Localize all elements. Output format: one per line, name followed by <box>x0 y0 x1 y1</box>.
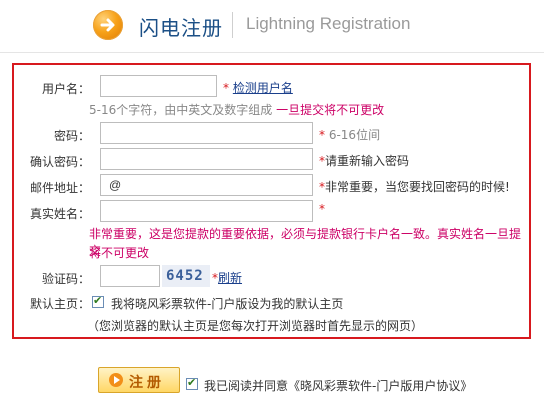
confirm-password-hint-row: *请重新输入密码 <box>319 154 410 168</box>
refresh-captcha-link[interactable]: 刷新 <box>218 271 242 285</box>
header-divider <box>232 12 233 38</box>
username-hint-row: 5-16个字符，由中英文及数字组成 一旦提交将不可更改 <box>89 101 384 118</box>
username-label: 用户名： <box>41 82 90 96</box>
username-input[interactable] <box>100 75 217 97</box>
realname-warning-line2: 将不可更改 <box>89 246 150 260</box>
password-label: 密码： <box>53 129 90 143</box>
captcha-label: 验证码： <box>41 272 90 286</box>
confirm-password-hint: 请重新输入密码 <box>325 154 410 168</box>
homepage-checkbox[interactable] <box>92 294 104 308</box>
confirm-password-label: 确认密码： <box>29 155 90 169</box>
confirm-password-input[interactable] <box>100 148 313 170</box>
registration-form: 用户名： * 检测用户名 5-16个字符，由中英文及数字组成 一旦提交将不可更改… <box>12 63 531 339</box>
username-hint: 5-16个字符，由中英文及数字组成 <box>89 103 273 117</box>
email-hint-row: *非常重要，当您要找回密码的时候! <box>319 180 510 194</box>
captcha-image[interactable]: 6452 <box>162 265 210 287</box>
homepage-note: （您浏览器的默认主页是您每次打开浏览器时首先显示的网页） <box>87 319 424 333</box>
captcha-refresh-row: *刷新 <box>212 271 243 285</box>
password-input[interactable] <box>100 122 313 144</box>
register-button-label: 注册 <box>129 375 165 391</box>
realname-required: * <box>319 202 325 216</box>
agree-text: 我已阅读并同意《晓风彩票软件-门户版用户协议》 <box>204 379 473 393</box>
register-button[interactable]: 注册 <box>98 367 180 393</box>
check-username-link[interactable]: 检测用户名 <box>233 81 293 95</box>
username-required: * 检测用户名 <box>223 81 293 95</box>
play-icon <box>109 373 123 387</box>
email-input[interactable] <box>100 174 313 196</box>
email-label: 邮件地址： <box>29 181 90 195</box>
arrow-right-icon <box>93 10 123 40</box>
username-warning: 一旦提交将不可更改 <box>276 103 385 117</box>
captcha-input[interactable] <box>100 265 160 287</box>
password-hint-row: * 6-16位间 <box>319 128 381 142</box>
homepage-text: 我将晓风彩票软件-门户版设为我的默认主页 <box>111 297 344 311</box>
email-hint: 非常重要，当您要找回密码的时候! <box>325 180 510 194</box>
page-header: 闪电注册 Lightning Registration <box>0 0 544 52</box>
realname-input[interactable] <box>100 200 313 222</box>
password-hint: 6-16位间 <box>328 128 381 142</box>
page-title: 闪电注册 <box>139 16 223 40</box>
realname-warning-line1: 非常重要，这是您提款的重要依据，必须与提款银行卡户名一致。真实姓名一旦提交 <box>89 227 522 258</box>
homepage-label: 默认主页： <box>29 297 90 311</box>
agree-checkbox[interactable] <box>186 376 198 390</box>
captcha-code: 6452 <box>166 268 204 284</box>
header-rule <box>0 52 544 53</box>
realname-label: 真实姓名： <box>29 207 90 221</box>
page-subtitle: Lightning Registration <box>246 14 411 33</box>
